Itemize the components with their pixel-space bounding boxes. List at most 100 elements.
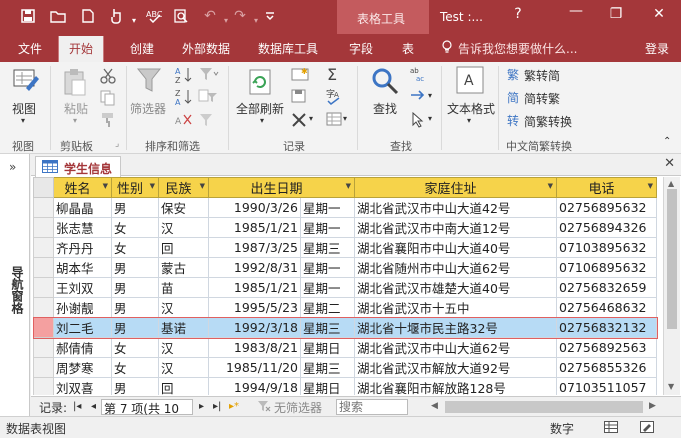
find-button[interactable]: 查找 [373, 100, 397, 117]
scroll-up-icon[interactable]: ▲ [668, 179, 674, 188]
table-row[interactable]: 孙谢靓男汉 1995/5/23 星期二 湖北省武汉市十五中 02756468632 [33, 297, 657, 318]
cell-birthdate[interactable]: 1995/5/23 [208, 297, 301, 318]
cell-weekday[interactable]: 星期日 [300, 337, 355, 358]
column-header-birthdate[interactable]: 出生日期 ▼ [208, 177, 355, 198]
cell-birthdate[interactable]: 1992/3/18 [208, 317, 301, 338]
sort-filter-dropdown-icon[interactable]: ▼ [200, 182, 205, 190]
minimize-button[interactable]: — [565, 3, 587, 19]
cell-birthdate[interactable]: 1985/1/21 [208, 277, 301, 298]
cell-phone[interactable]: 02756832659 [556, 277, 657, 298]
column-header-ethnicity[interactable]: 民族 ▼ [158, 177, 209, 198]
collapse-ribbon-icon[interactable]: ⌃ [663, 136, 671, 147]
cell-address[interactable]: 湖北省武汉市中山大道62号 [354, 337, 557, 358]
cell-birthdate[interactable]: 1985/1/21 [208, 217, 301, 238]
cell-ethnicity[interactable]: 蒙古 [158, 257, 209, 278]
scroll-left-icon[interactable]: ◀ [431, 401, 438, 411]
cell-weekday[interactable]: 星期一 [300, 257, 355, 278]
cell-address[interactable]: 湖北省襄阳市中山大道40号 [354, 237, 557, 258]
help-button[interactable]: ? [507, 6, 529, 22]
cell-address[interactable]: 湖北省襄阳市解放路128号 [354, 377, 557, 395]
cell-gender[interactable]: 女 [111, 237, 159, 258]
cell-name[interactable]: 胡本华 [53, 257, 112, 278]
new-record-icon[interactable]: ✱ [291, 66, 309, 85]
cell-address[interactable]: 湖北省十堰市民主路32号 [354, 317, 557, 338]
cell-weekday[interactable]: 星期一 [300, 217, 355, 238]
row-selector[interactable] [33, 317, 54, 338]
table-row[interactable]: 王刘双男苗 1985/1/21 星期一 湖北省武汉市雄楚大道40号 0275683265… [33, 277, 657, 298]
cell-ethnicity[interactable]: 汉 [158, 337, 209, 358]
sort-filter-dropdown-icon[interactable]: ▼ [150, 182, 155, 190]
cell-name[interactable]: 孙谢靓 [53, 297, 112, 318]
cell-phone[interactable]: 02756832132 [556, 317, 657, 338]
datasheet-view-icon[interactable] [604, 421, 618, 436]
sort-filter-dropdown-icon[interactable]: ▼ [103, 182, 108, 190]
row-selector[interactable] [33, 357, 54, 378]
column-header-address[interactable]: 家庭住址 ▼ [354, 177, 557, 198]
table-row[interactable]: 张志慧女汉 1985/1/21 星期一 湖北省武汉市中南大道12号 0275689432… [33, 217, 657, 238]
cell-name[interactable]: 张志慧 [53, 217, 112, 238]
cell-ethnicity[interactable]: 汉 [158, 217, 209, 238]
table-row[interactable]: 柳晶晶男保安 1990/3/26 星期一 湖北省武汉市中山大道42号 027568956… [33, 197, 657, 218]
format-painter-icon[interactable] [100, 112, 116, 131]
tell-me-input[interactable]: 告诉我您想要做什么... [458, 40, 577, 57]
cell-gender[interactable]: 男 [111, 197, 159, 218]
paste-button[interactable]: 粘贴 [64, 100, 88, 117]
cell-address[interactable]: 湖北省武汉市中山大道42号 [354, 197, 557, 218]
remove-sort-icon[interactable]: A [175, 112, 193, 131]
tab-student-info[interactable]: 学生信息 [35, 156, 121, 177]
view-dropdown-icon[interactable]: ▾ [21, 116, 25, 125]
cell-weekday[interactable]: 星期二 [300, 297, 355, 318]
sort-filter-dropdown-icon[interactable]: ▼ [548, 182, 553, 190]
cell-ethnicity[interactable]: 基诺 [158, 317, 209, 338]
cell-gender[interactable]: 男 [111, 377, 159, 395]
sort-filter-dropdown-icon[interactable]: ▼ [648, 182, 653, 190]
scroll-thumb[interactable] [667, 189, 677, 329]
tab-fields[interactable]: 字段 [349, 40, 373, 57]
table-row[interactable]: 周梦寒女汉 1985/11/20 星期三 湖北省武汉市解放大道92号 027568553… [33, 357, 657, 378]
row-selector[interactable] [33, 277, 54, 298]
cell-weekday[interactable]: 星期三 [300, 317, 355, 338]
cell-phone[interactable]: 02756855326 [556, 357, 657, 378]
spelling-check-icon[interactable]: 字A [326, 88, 344, 109]
expand-nav-icon[interactable]: » [9, 160, 16, 174]
cell-name[interactable]: 刘二毛 [53, 317, 112, 338]
cell-name[interactable]: 周梦寒 [53, 357, 112, 378]
cell-ethnicity[interactable]: 回 [158, 377, 209, 395]
cell-birthdate[interactable]: 1992/8/31 [208, 257, 301, 278]
save-record-icon[interactable] [291, 88, 309, 107]
totals-icon[interactable]: Σ [326, 65, 342, 85]
go-to-icon[interactable] [410, 88, 428, 105]
simplified-to-traditional-button[interactable]: 简转繁 [524, 90, 560, 107]
cell-weekday[interactable]: 星期一 [300, 277, 355, 298]
design-view-icon[interactable] [640, 421, 654, 436]
cell-phone[interactable]: 07103895632 [556, 237, 657, 258]
cell-weekday[interactable]: 星期日 [300, 377, 355, 395]
tab-create[interactable]: 创建 [130, 40, 154, 57]
table-row[interactable]: 胡本华男蒙古 1992/8/31 星期一 湖北省随州市中山大道62号 071068956… [33, 257, 657, 278]
vertical-scrollbar[interactable]: ▲ ▼ [663, 177, 680, 395]
paste-icon[interactable] [62, 68, 88, 101]
cell-phone[interactable]: 07103511057 [556, 377, 657, 395]
login-link[interactable]: 登录 [645, 40, 669, 57]
cell-ethnicity[interactable]: 保安 [158, 197, 209, 218]
cell-address[interactable]: 湖北省随州市中山大道62号 [354, 257, 557, 278]
horizontal-scroll-thumb[interactable] [445, 401, 643, 413]
row-selector[interactable] [33, 257, 54, 278]
row-selector[interactable] [33, 297, 54, 318]
cell-gender[interactable]: 男 [111, 257, 159, 278]
delete-dropdown-icon[interactable]: ▾ [309, 114, 313, 123]
cell-phone[interactable]: 02756894326 [556, 217, 657, 238]
chinese-conversion-button[interactable]: 简繁转换 [524, 113, 572, 130]
cell-ethnicity[interactable]: 汉 [158, 297, 209, 318]
filter-button[interactable]: 筛选器 [130, 100, 166, 117]
cell-birthdate[interactable]: 1987/3/25 [208, 237, 301, 258]
new-record-button[interactable]: ▸* [229, 401, 239, 412]
filter-icon[interactable] [136, 66, 162, 97]
select-dropdown-icon[interactable]: ▾ [428, 114, 432, 123]
selection-filter-icon[interactable] [198, 66, 220, 85]
previous-record-button[interactable]: ◂ [91, 401, 96, 412]
cell-phone[interactable]: 02756892563 [556, 337, 657, 358]
cell-ethnicity[interactable]: 汉 [158, 357, 209, 378]
select-all-corner[interactable] [33, 177, 54, 198]
scroll-down-icon[interactable]: ▼ [668, 382, 674, 391]
